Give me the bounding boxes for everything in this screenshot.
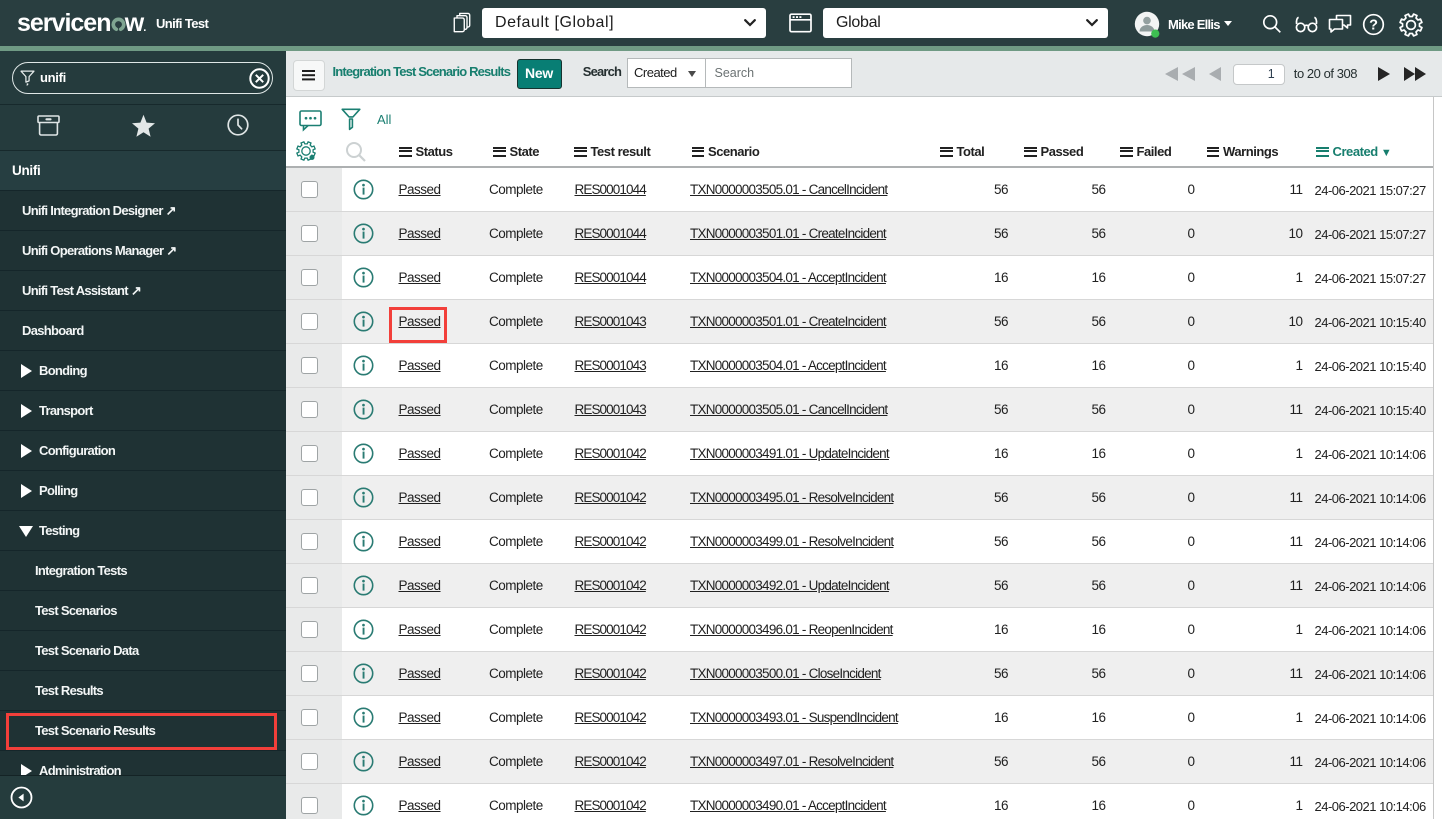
svg-text:?: ? bbox=[1369, 18, 1378, 34]
